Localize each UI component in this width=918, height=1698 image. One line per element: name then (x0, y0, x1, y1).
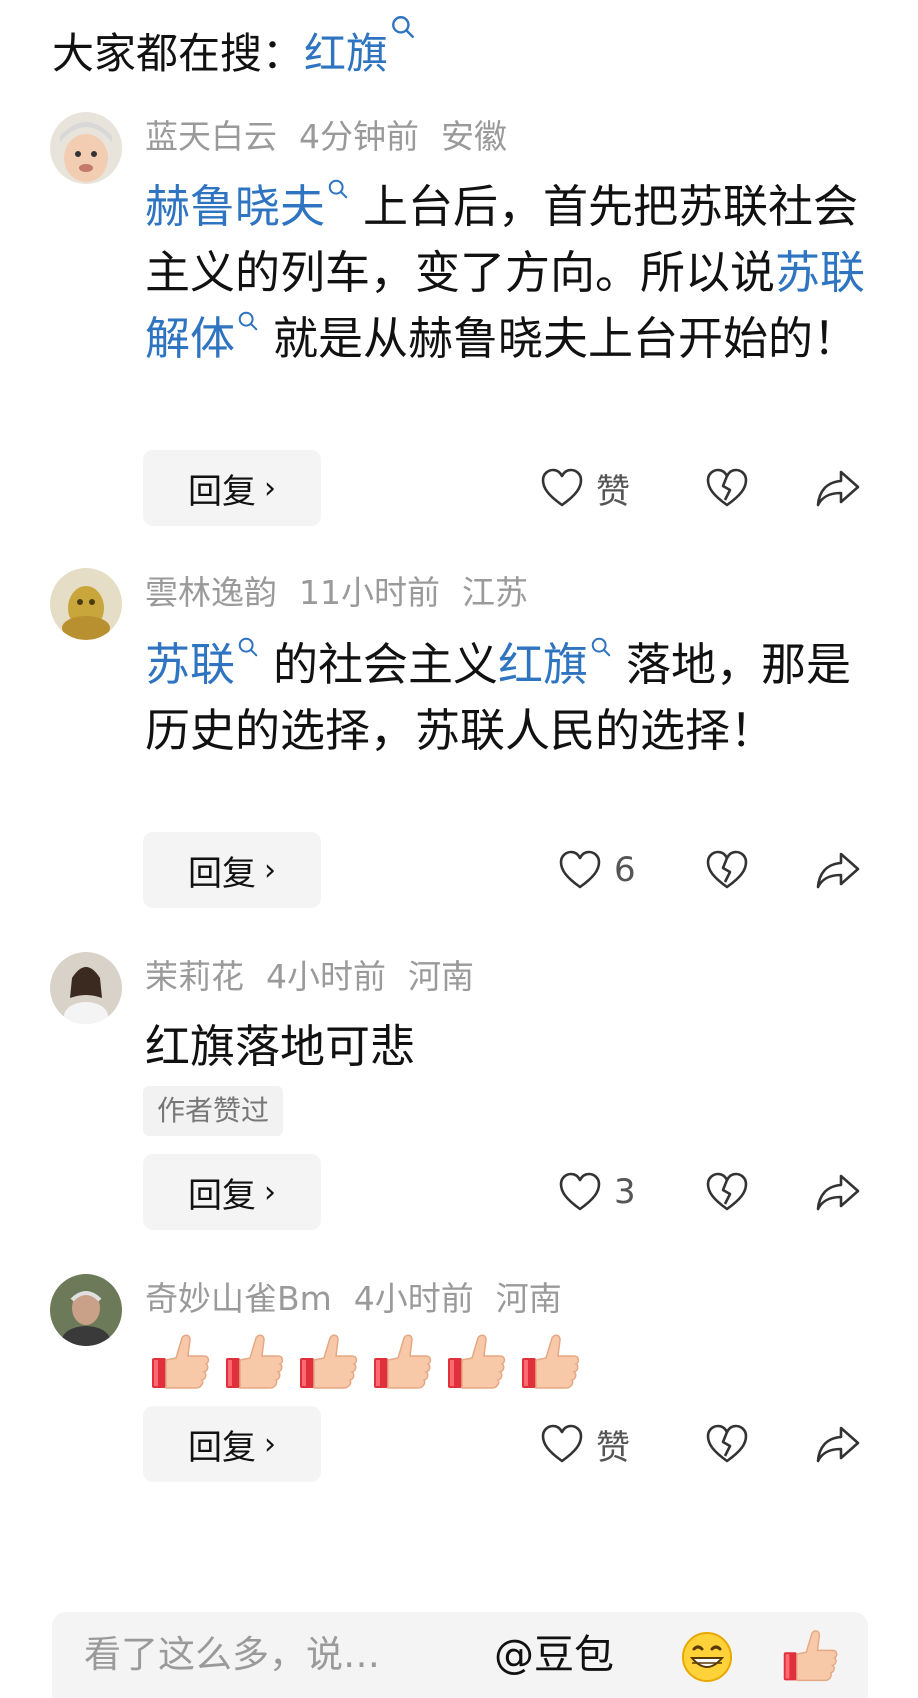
timestamp: 11小时前 (299, 573, 440, 612)
dislike-button[interactable] (705, 1154, 749, 1230)
username[interactable]: 茉莉花 (145, 957, 244, 996)
avatar[interactable] (50, 112, 122, 184)
thumbs-up-emoji-icon (448, 1334, 506, 1389)
trending-search-bar: 大家都在搜： 红旗 (52, 15, 416, 82)
location: 安徽 (441, 117, 507, 156)
author-liked-badge: 作者赞过 (143, 1086, 284, 1136)
comment-actions: 赞 (540, 450, 880, 526)
like-button[interactable]: 6 (558, 832, 636, 908)
reply-button[interactable]: 回复 › (143, 1406, 321, 1482)
search-icon (590, 636, 612, 658)
chevron-right-icon: › (264, 852, 276, 888)
thumbs-up-emoji-icon (374, 1334, 432, 1389)
trending-search-keyword-link[interactable]: 红旗 (304, 15, 416, 81)
location: 河南 (495, 1279, 562, 1318)
chevron-right-icon: › (264, 470, 276, 506)
chevron-right-icon: › (264, 1426, 276, 1462)
avatar[interactable] (50, 1274, 122, 1346)
reply-label: 回复 (188, 1175, 256, 1216)
username[interactable]: 雲林逸韵 (145, 573, 277, 612)
emoji-content (148, 1330, 582, 1394)
share-arrow-icon (816, 1174, 860, 1211)
reply-label: 回复 (188, 853, 256, 894)
search-icon (237, 310, 259, 332)
search-icon (327, 178, 349, 200)
comment-text: 赫鲁晓夫 上台后，首先把苏联社会主义的列车，变了方向。所以说苏联解体 就是从赫鲁晓夫… (145, 174, 885, 372)
keyword-link[interactable]: 红旗 (498, 638, 588, 691)
timestamp: 4分钟前 (299, 117, 419, 156)
thumbs-up-emoji-icon (152, 1334, 210, 1389)
reply-button[interactable]: 回复 › (143, 1154, 321, 1230)
like-button[interactable]: 3 (558, 1154, 636, 1230)
comment-actions: 赞 (540, 1406, 880, 1482)
like-count: 赞 (596, 1427, 630, 1468)
comment-meta: 奇妙山雀Bm 4小时前 河南 (145, 1276, 584, 1322)
broken-heart-icon (706, 1424, 748, 1463)
avatar[interactable] (50, 952, 122, 1024)
keyword-link[interactable]: 苏联 (145, 638, 235, 691)
thumbs-up-emoji-icon (300, 1334, 358, 1389)
comment-meta: 蓝天白云 4分钟前 安徽 (145, 114, 529, 160)
dislike-button[interactable] (705, 450, 749, 526)
thumbs-up-emoji-icon (522, 1334, 580, 1389)
share-arrow-icon (816, 1426, 860, 1463)
comment-text-segment: 的社会主义 (273, 638, 499, 691)
broken-heart-icon (706, 850, 748, 889)
like-button[interactable]: 赞 (540, 450, 630, 526)
mention-doubao-button[interactable]: @豆包 (494, 1612, 614, 1698)
keyword-link[interactable]: 赫鲁晓夫 (145, 180, 325, 233)
heart-outline-icon (559, 1172, 601, 1211)
thumbs-up-emoji-icon (226, 1334, 284, 1389)
search-icon (237, 636, 259, 658)
comment-actions: 6 (540, 832, 880, 908)
reply-label: 回复 (188, 471, 256, 512)
like-button[interactable]: 赞 (540, 1406, 630, 1482)
like-count: 6 (614, 850, 636, 890)
reply-button[interactable]: 回复 › (143, 450, 321, 526)
search-icon (390, 14, 416, 40)
comment-actions: 3 (540, 1154, 880, 1230)
heart-outline-icon (541, 1424, 583, 1463)
share-arrow-icon (816, 470, 860, 507)
share-arrow-icon (816, 852, 860, 889)
comment-text-segment: 就是从赫鲁晓夫上台开始的！ (273, 312, 859, 365)
username[interactable]: 蓝天白云 (145, 117, 277, 156)
comment-text: 苏联 的社会主义红旗 落地，那是历史的选择，苏联人民的选择！ (145, 632, 885, 764)
like-count: 赞 (596, 471, 630, 512)
like-count: 3 (614, 1172, 636, 1212)
share-button[interactable] (815, 1154, 861, 1230)
avatar[interactable] (50, 568, 122, 640)
heart-outline-icon (541, 468, 583, 507)
comment-meta: 雲林逸韵 11小时前 江苏 (145, 570, 550, 616)
grin-emoji-icon[interactable] (680, 1630, 734, 1684)
trending-search-keyword[interactable]: 红旗 (304, 20, 388, 81)
share-button[interactable] (815, 450, 861, 526)
trending-search-prefix: 大家都在搜： (52, 28, 305, 78)
comment-input[interactable]: 看了这么多，说… (84, 1612, 380, 1698)
timestamp: 4小时前 (353, 1279, 474, 1318)
location: 江苏 (462, 573, 528, 612)
share-button[interactable] (815, 1406, 861, 1482)
broken-heart-icon (706, 468, 748, 507)
dislike-button[interactable] (705, 1406, 749, 1482)
heart-outline-icon (559, 850, 601, 889)
reply-button[interactable]: 回复 › (143, 832, 321, 908)
broken-heart-icon (706, 1172, 748, 1211)
dislike-button[interactable] (705, 832, 749, 908)
username[interactable]: 奇妙山雀Bm (145, 1279, 332, 1318)
comment-input-bar: 看了这么多，说… @豆包 (52, 1612, 868, 1698)
chevron-right-icon: › (264, 1174, 276, 1210)
thumbs-up-emoji-icon[interactable] (780, 1626, 840, 1686)
timestamp: 4小时前 (266, 957, 386, 996)
comment-meta: 茉莉花 4小时前 河南 (145, 954, 496, 1000)
location: 河南 (408, 957, 474, 996)
reply-label: 回复 (188, 1427, 256, 1468)
comment-text: 红旗落地可悲 (145, 1020, 416, 1073)
share-button[interactable] (815, 832, 861, 908)
